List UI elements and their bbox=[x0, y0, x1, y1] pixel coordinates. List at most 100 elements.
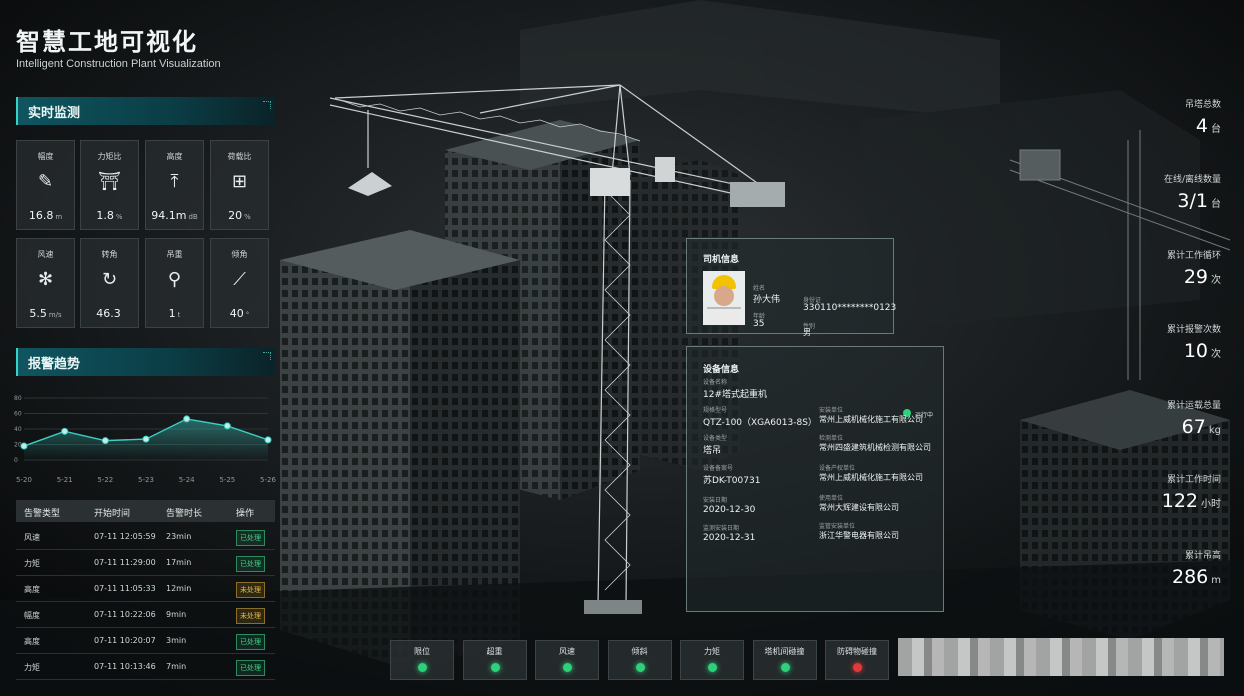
status-indicator[interactable]: 超重 bbox=[462, 640, 527, 680]
device-field-label: 设备备案号 bbox=[703, 465, 734, 472]
page-subtitle: Intelligent Construction Plant Visualiza… bbox=[16, 58, 221, 70]
x-tick-label: 5-25 bbox=[219, 476, 235, 484]
alarm-table-header: 告警类型 开始时间 告警时长 操作 bbox=[16, 500, 275, 522]
status-indicator[interactable]: 限位 bbox=[390, 640, 454, 680]
load-icon: ⊞ bbox=[231, 171, 248, 192]
tilt-icon: ⟋ bbox=[233, 269, 246, 290]
device-field-value: 浙江华警电器有限公司 bbox=[819, 531, 899, 540]
blurred-watermark bbox=[898, 638, 1224, 676]
driver-name-label: 姓名 bbox=[753, 285, 766, 292]
status-indicator[interactable]: 力矩 bbox=[680, 640, 744, 680]
status-dot-icon bbox=[780, 663, 790, 672]
stat-value: 286 m bbox=[1171, 566, 1221, 588]
alarm-type: 高度 bbox=[24, 585, 40, 594]
metric-card-tilt[interactable]: 倾角 ⟋ 40 ° bbox=[210, 238, 269, 328]
alarm-type: 力矩 bbox=[24, 559, 40, 568]
device-field-label: 检测单位 bbox=[819, 435, 844, 442]
alarm-trend-header: 报警趋势 bbox=[16, 348, 275, 376]
stat-value: 122 小时 bbox=[1161, 490, 1221, 512]
status-badge[interactable]: 已处理 bbox=[236, 634, 265, 650]
metric-value: 1t bbox=[168, 307, 181, 320]
stat-label: 累计工作循环 bbox=[1166, 251, 1221, 261]
status-indicator[interactable]: 倾斜 bbox=[607, 640, 672, 680]
status-indicator[interactable]: 防碍物碰撞 bbox=[825, 640, 889, 680]
alarm-type: 高度 bbox=[24, 637, 40, 646]
metric-card-amplitude[interactable]: 幅度 ✎ 16.8 m bbox=[16, 140, 75, 230]
table-row[interactable]: 高度 07-11 10:20:07 3min 已处理 bbox=[16, 628, 275, 654]
status-indicator-label: 倾斜 bbox=[631, 647, 648, 656]
x-tick-label: 5-20 bbox=[16, 476, 32, 484]
driver-id: 330110********0123 bbox=[803, 303, 897, 313]
status-badge[interactable]: 已处理 bbox=[236, 660, 265, 676]
stat-label: 累计报警次数 bbox=[1166, 325, 1221, 335]
alarm-start-time: 07-11 11:05:33 bbox=[94, 584, 156, 593]
driver-name: 孙大伟 bbox=[753, 295, 781, 305]
metric-label: 吊重 bbox=[166, 250, 183, 259]
metric-value: 1.8% bbox=[96, 209, 123, 222]
alarm-type: 力矩 bbox=[24, 663, 40, 672]
trend-point bbox=[61, 427, 69, 435]
device-field-value: 苏DK-T00731 bbox=[703, 476, 761, 486]
y-tick-label: 20 bbox=[14, 442, 22, 449]
metric-card-moment-ratio[interactable]: 力矩比 ⛩ 1.8% bbox=[80, 140, 139, 230]
driver-avatar bbox=[703, 271, 745, 325]
status-badge[interactable]: 已处理 bbox=[236, 556, 265, 572]
metric-card-load-ratio[interactable]: 荷载比 ⊞ 20% bbox=[210, 140, 269, 230]
status-badge[interactable]: 未处理 bbox=[236, 608, 265, 624]
status-indicator-label: 防碍物碰撞 bbox=[837, 647, 877, 656]
status-indicator[interactable]: 塔机间碰撞 bbox=[752, 640, 817, 680]
fan-icon: ✻ bbox=[37, 269, 54, 290]
col-alarm-type: 告警类型 bbox=[24, 509, 61, 519]
status-dot-icon bbox=[708, 663, 717, 672]
col-start-time: 开始时间 bbox=[94, 509, 131, 519]
device-field-label: 安装单位 bbox=[819, 407, 844, 414]
device-field-value: 12#塔式起重机 bbox=[703, 390, 767, 400]
metric-card-height[interactable]: 高度 ⤒ 94.1m dB bbox=[145, 140, 204, 230]
table-row[interactable]: 风速 07-11 12:05:59 23min 已处理 bbox=[16, 524, 275, 550]
x-tick-label: 5-22 bbox=[97, 476, 113, 484]
realtime-monitor-header: 实时监测 bbox=[16, 97, 275, 125]
stat-label: 累计工作时间 bbox=[1166, 475, 1221, 485]
alarm-duration: 17min bbox=[166, 558, 192, 567]
driver-info-panel: 司机信息 姓名 孙大伟 年龄 35 身份证 330110********0123… bbox=[686, 238, 897, 337]
metric-value: 94.1m dB bbox=[151, 209, 198, 222]
table-row[interactable]: 高度 07-11 11:05:33 12min 未处理 bbox=[16, 576, 275, 602]
status-indicator-label: 风速 bbox=[559, 647, 575, 656]
metric-label: 倾角 bbox=[231, 250, 248, 259]
metric-value: 5.5 m/s bbox=[29, 307, 62, 320]
stat-value: 67 kg bbox=[1181, 416, 1221, 438]
trend-point bbox=[142, 435, 150, 443]
metric-label: 转角 bbox=[101, 250, 118, 259]
table-row[interactable]: 幅度 07-11 10:22:06 9min 未处理 bbox=[16, 602, 275, 628]
device-field-label: 设备名称 bbox=[703, 379, 728, 386]
stat-label: 累计吊高 bbox=[1184, 551, 1221, 561]
metric-card-wind-speed[interactable]: 风速 ✻ 5.5 m/s bbox=[16, 238, 75, 328]
status-indicator[interactable]: 风速 bbox=[535, 640, 599, 680]
device-field-value: 常州上威机械化施工有限公司 bbox=[819, 415, 923, 424]
table-row[interactable]: 力矩 07-11 11:29:00 17min 已处理 bbox=[16, 550, 275, 576]
alarm-start-time: 07-11 11:29:00 bbox=[94, 558, 156, 567]
metric-card-lift-weight[interactable]: 吊重 ⚲ 1t bbox=[145, 238, 204, 328]
device-field-label: 设备类型 bbox=[703, 435, 728, 442]
status-badge[interactable]: 未处理 bbox=[236, 582, 265, 598]
metric-card-rotation[interactable]: 转角 ↻ 46.3 bbox=[80, 238, 139, 328]
alarm-duration: 23min bbox=[166, 532, 192, 541]
trend-point bbox=[20, 442, 28, 450]
metric-value: 16.8 m bbox=[28, 209, 63, 222]
device-field-value: 常州四盛建筑机械检测有限公司 bbox=[819, 443, 931, 452]
trend-point bbox=[264, 436, 272, 444]
stat-label: 累计运载总量 bbox=[1166, 401, 1221, 411]
status-badge[interactable]: 已处理 bbox=[236, 530, 265, 546]
metric-label: 幅度 bbox=[37, 152, 54, 161]
status-dot-icon bbox=[853, 663, 862, 672]
table-row[interactable]: 力矩 07-11 10:13:46 7min 已处理 bbox=[16, 654, 275, 680]
driver-gender: 男 bbox=[803, 328, 811, 337]
trend-point bbox=[101, 437, 109, 445]
device-field-label: 安装日期 bbox=[703, 497, 728, 504]
x-tick-label: 5-24 bbox=[179, 476, 195, 484]
device-field-value: 常州大辉建设有限公司 bbox=[819, 503, 899, 512]
y-tick-label: 80 bbox=[14, 395, 22, 402]
alarm-duration: 7min bbox=[166, 662, 187, 671]
driver-panel-title: 司机信息 bbox=[703, 255, 740, 265]
stat-label: 吊塔总数 bbox=[1184, 100, 1221, 110]
